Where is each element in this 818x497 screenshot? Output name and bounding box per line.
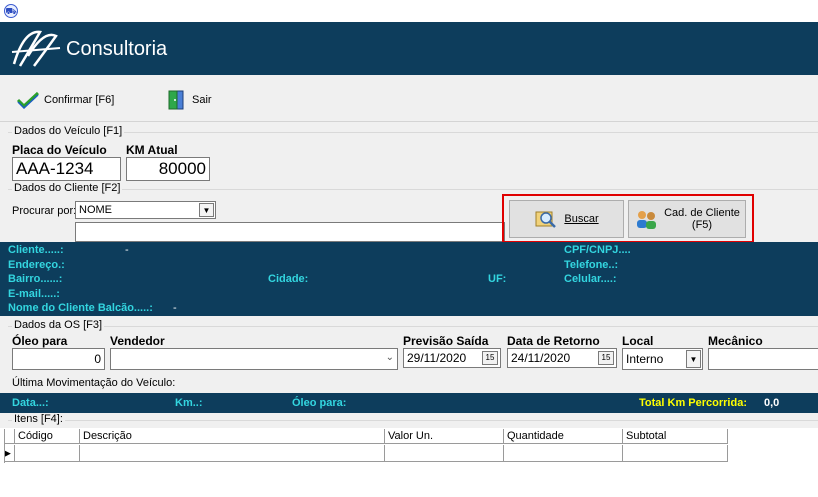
column-valor-un[interactable]: Valor Un. xyxy=(385,429,504,443)
chevron-down-icon[interactable]: ⌄ xyxy=(386,352,394,363)
items-grid-header: Código Descrição Valor Un. Quantidade Su… xyxy=(4,429,728,444)
previsao-date-input[interactable]: 29/11/2020 15 xyxy=(403,348,501,368)
exit-door-icon xyxy=(168,90,184,110)
cidade-label: Cidade: xyxy=(268,273,309,285)
mecanico-input[interactable] xyxy=(708,348,818,370)
balcao-value: - xyxy=(173,302,177,314)
cliente-value: - xyxy=(125,244,129,256)
search-button[interactable]: Buscar xyxy=(509,200,624,238)
previsao-value: 29/11/2020 xyxy=(407,351,467,365)
items-group-line xyxy=(8,420,818,421)
oleo-input[interactable]: 0 xyxy=(12,348,105,370)
column-codigo[interactable]: Código xyxy=(15,429,80,443)
local-label: Local xyxy=(622,334,654,348)
balcao-label: Nome do Cliente Balcão.....: xyxy=(8,302,153,314)
cell-descricao[interactable] xyxy=(80,445,385,461)
retorno-label: Data de Retorno xyxy=(507,334,600,348)
endereco-label: Endereço.: xyxy=(8,259,65,271)
calendar-icon[interactable]: 15 xyxy=(598,351,614,365)
checkmark-icon xyxy=(16,91,40,109)
telefone-label: Telefone..: xyxy=(564,259,619,271)
km-input[interactable]: 80000 xyxy=(126,157,210,181)
cart-icon[interactable]: ⛟ xyxy=(4,4,18,18)
column-subtotal[interactable]: Subtotal xyxy=(623,429,728,443)
client-search-input[interactable] xyxy=(75,222,505,242)
cell-quantidade[interactable] xyxy=(504,445,623,461)
last-move-oleo-label: Óleo para: xyxy=(292,397,347,409)
km-label: KM Atual xyxy=(126,143,178,157)
chevron-down-icon[interactable]: ▼ xyxy=(686,350,701,368)
grid-left-border xyxy=(4,429,5,463)
vendedor-label: Vendedor xyxy=(110,334,165,348)
register-client-label: Cad. de Cliente (F5) xyxy=(664,207,740,231)
search-by-value: NOME xyxy=(79,204,112,216)
cell-codigo[interactable] xyxy=(15,445,80,461)
items-group-label: Itens [F4]: xyxy=(12,413,65,425)
exit-label: Sair xyxy=(192,94,212,106)
client-group-line xyxy=(8,189,818,190)
company-logo-icon xyxy=(11,30,61,67)
cell-subtotal[interactable] xyxy=(623,445,728,461)
celular-label: Celular....: xyxy=(564,273,617,285)
app-title: Consultoria xyxy=(66,38,168,60)
os-group-line xyxy=(8,326,818,327)
confirm-label: Confirmar [F6] xyxy=(44,94,115,106)
plate-label: Placa do Veículo xyxy=(12,143,107,157)
local-value: Interno xyxy=(626,352,664,366)
column-descricao[interactable]: Descrição xyxy=(80,429,385,443)
exit-button[interactable]: Sair xyxy=(166,88,212,112)
search-button-label: Buscar xyxy=(564,213,599,225)
last-move-data-label: Data...: xyxy=(12,397,49,409)
confirm-button[interactable]: Confirmar [F6] xyxy=(16,88,114,112)
column-quantidade[interactable]: Quantidade xyxy=(504,429,623,443)
previsao-label: Previsão Saída xyxy=(403,334,489,348)
total-km-label: Total Km Percorrida: xyxy=(639,397,747,409)
chevron-down-icon[interactable]: ▼ xyxy=(199,203,214,217)
calendar-icon[interactable]: 15 xyxy=(482,351,498,365)
oleo-label: Óleo para xyxy=(12,334,68,348)
vehicle-group-label: Dados do Veículo [F1] xyxy=(12,125,125,137)
total-km-value: 0,0 xyxy=(764,397,780,409)
search-by-select[interactable]: NOME ▼ xyxy=(75,201,216,219)
cpf-label: CPF/CNPJ.... xyxy=(564,244,631,256)
local-select[interactable]: Interno ▼ xyxy=(622,348,703,370)
register-client-button[interactable]: Cad. de Cliente (F5) xyxy=(628,200,746,238)
search-by-label: Procurar por: xyxy=(12,205,77,217)
toolbar xyxy=(0,75,818,122)
last-move-km-label: Km..: xyxy=(175,397,203,409)
email-label: E-mail.....: xyxy=(8,288,60,300)
window-top-strip xyxy=(0,0,818,22)
table-row[interactable]: ▶ xyxy=(4,445,728,462)
vehicle-group-line xyxy=(8,132,818,133)
os-group-label: Dados da OS [F3] xyxy=(12,319,105,331)
cell-valor-un[interactable] xyxy=(385,445,504,461)
client-group-label: Dados do Cliente [F2] xyxy=(12,182,123,194)
retorno-value: 24/11/2020 xyxy=(511,351,571,365)
last-move-label: Última Movimentação do Veículo: xyxy=(12,377,176,389)
cliente-label: Cliente.....: xyxy=(8,244,64,256)
uf-label: UF: xyxy=(488,273,507,285)
grid-indicator-column xyxy=(4,429,15,443)
users-icon xyxy=(637,211,657,229)
row-indicator-icon: ▶ xyxy=(4,445,15,461)
vendedor-select[interactable]: ⌄ xyxy=(110,348,398,370)
retorno-date-input[interactable]: 24/11/2020 15 xyxy=(507,348,617,368)
mecanico-label: Mecânico xyxy=(708,334,763,348)
plate-input[interactable]: AAA-1234 xyxy=(12,157,121,181)
search-icon xyxy=(535,211,557,228)
bairro-label: Bairro......: xyxy=(8,273,63,285)
